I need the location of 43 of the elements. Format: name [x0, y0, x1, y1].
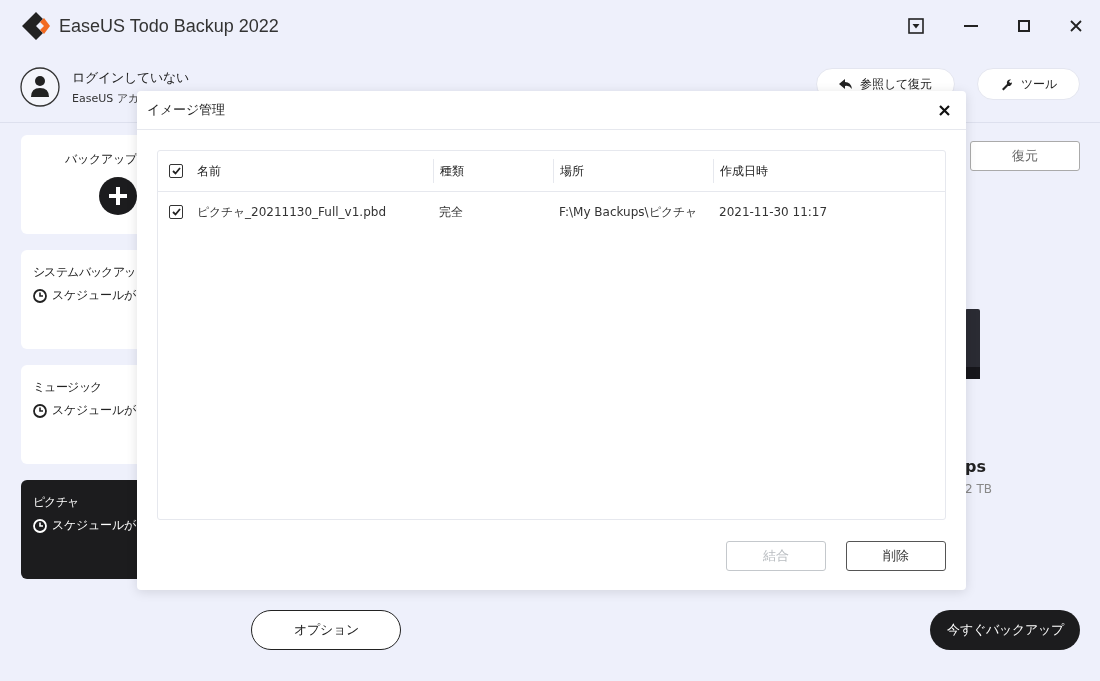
column-header[interactable]: 作成日時	[720, 162, 768, 180]
restore-button[interactable]: 復元	[970, 141, 1080, 171]
clock-icon	[33, 403, 47, 418]
close-icon[interactable]	[939, 104, 950, 116]
back-arrow-icon	[839, 78, 852, 90]
column-header[interactable]: 名前	[197, 162, 221, 180]
task-title: ミュージック	[33, 379, 103, 396]
table-cell: ピクチャ_20211130_Full_v1.pbd	[197, 203, 386, 221]
column-header[interactable]: 種類	[440, 162, 464, 180]
dialog-title: イメージ管理	[147, 101, 225, 119]
select-all-checkbox[interactable]	[169, 164, 183, 178]
column-header[interactable]: 場所	[560, 162, 584, 180]
destination-size: 2 TB	[965, 482, 992, 496]
schedule-text: スケジュールが	[52, 287, 136, 304]
destination-name: ps	[965, 457, 986, 476]
table-cell: 2021-11-30 11:17	[719, 205, 828, 219]
task-title: システムバックアッ	[33, 264, 137, 281]
table-cell: F:\My Backups\ピクチャ	[559, 203, 697, 221]
task-title: ピクチャ	[33, 494, 80, 511]
login-status: ログインしていない	[72, 68, 189, 87]
clock-icon	[33, 288, 47, 303]
wrench-icon	[1000, 77, 1013, 91]
schedule-text: スケジュールが	[52, 517, 136, 534]
account-label: EaseUS アカ	[72, 90, 140, 106]
backup-task-card[interactable]: ミュージック スケジュールが	[21, 365, 137, 464]
row-checkbox[interactable]	[169, 205, 183, 219]
card-title: バックアップ	[65, 151, 137, 168]
maximize-icon[interactable]	[1018, 20, 1030, 32]
table-cell: 完全	[439, 203, 463, 221]
schedule-text: スケジュールが	[52, 402, 136, 419]
dialog-button[interactable]: 削除	[846, 541, 946, 571]
backup-task-card[interactable]: システムバックアッ スケジュールが	[21, 250, 137, 349]
tools-button[interactable]: ツール	[977, 68, 1080, 100]
options-button[interactable]: オプション	[251, 610, 401, 650]
avatar-icon[interactable]	[20, 67, 60, 107]
new-backup-card[interactable]: バックアップ	[21, 135, 137, 234]
backup-task-card[interactable]: ピクチャ スケジュールが	[21, 480, 137, 579]
window-title: EaseUS Todo Backup 2022	[59, 15, 279, 37]
logo-icon	[21, 11, 51, 41]
dropdown-icon[interactable]	[908, 18, 924, 34]
clock-icon	[33, 518, 47, 533]
close-icon[interactable]	[1070, 20, 1082, 32]
backup-now-button[interactable]: 今すぐバックアップ	[930, 610, 1080, 650]
